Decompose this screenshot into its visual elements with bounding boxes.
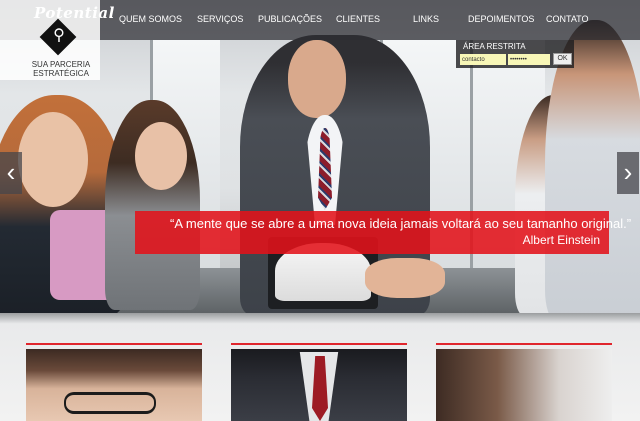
restricted-area-title: ÁREA RESTRITA: [463, 42, 526, 51]
card-accent-line: [26, 343, 202, 345]
person-face: [135, 122, 187, 190]
quote-text: “A mente que se abre a uma nova ideia ja…: [170, 216, 632, 231]
login-ok-button[interactable]: OK: [553, 53, 572, 65]
nav-item-depoimentos[interactable]: DEPOIMENTOS: [468, 14, 534, 24]
nav-item-contato[interactable]: CONTATO: [546, 14, 589, 24]
logo-text[interactable]: Potential: [34, 4, 115, 22]
person-face: [18, 112, 88, 207]
hand: [365, 258, 445, 298]
chevron-right-icon[interactable]: ›: [617, 152, 639, 194]
username-input[interactable]: [460, 54, 506, 65]
nav-item-quem-somos[interactable]: QUEM SOMOS: [119, 14, 182, 24]
chevron-left-icon[interactable]: ‹: [0, 152, 22, 194]
nav-item-publicacoes[interactable]: PUBLICAÇÕES: [258, 14, 322, 24]
card-accent-line: [436, 343, 612, 345]
quote-author: Albert Einstein: [522, 233, 600, 247]
person-face: [288, 40, 346, 118]
nav-item-links[interactable]: LINKS: [413, 14, 439, 24]
logo-figure-icon: ⚲: [53, 27, 65, 44]
homepage: Potential ⚲ SUA PARCERIA ESTRATÉGICA QUE…: [0, 0, 640, 421]
card-image-woman-phone[interactable]: [436, 349, 612, 421]
nav-item-clientes[interactable]: CLIENTES: [336, 14, 380, 24]
card-accent-line: [231, 343, 407, 345]
password-input[interactable]: [508, 54, 550, 65]
logo-tagline: SUA PARCERIA ESTRATÉGICA: [31, 60, 91, 78]
nav-item-servicos[interactable]: SERVIÇOS: [197, 14, 243, 24]
glasses-detail: [64, 392, 156, 414]
